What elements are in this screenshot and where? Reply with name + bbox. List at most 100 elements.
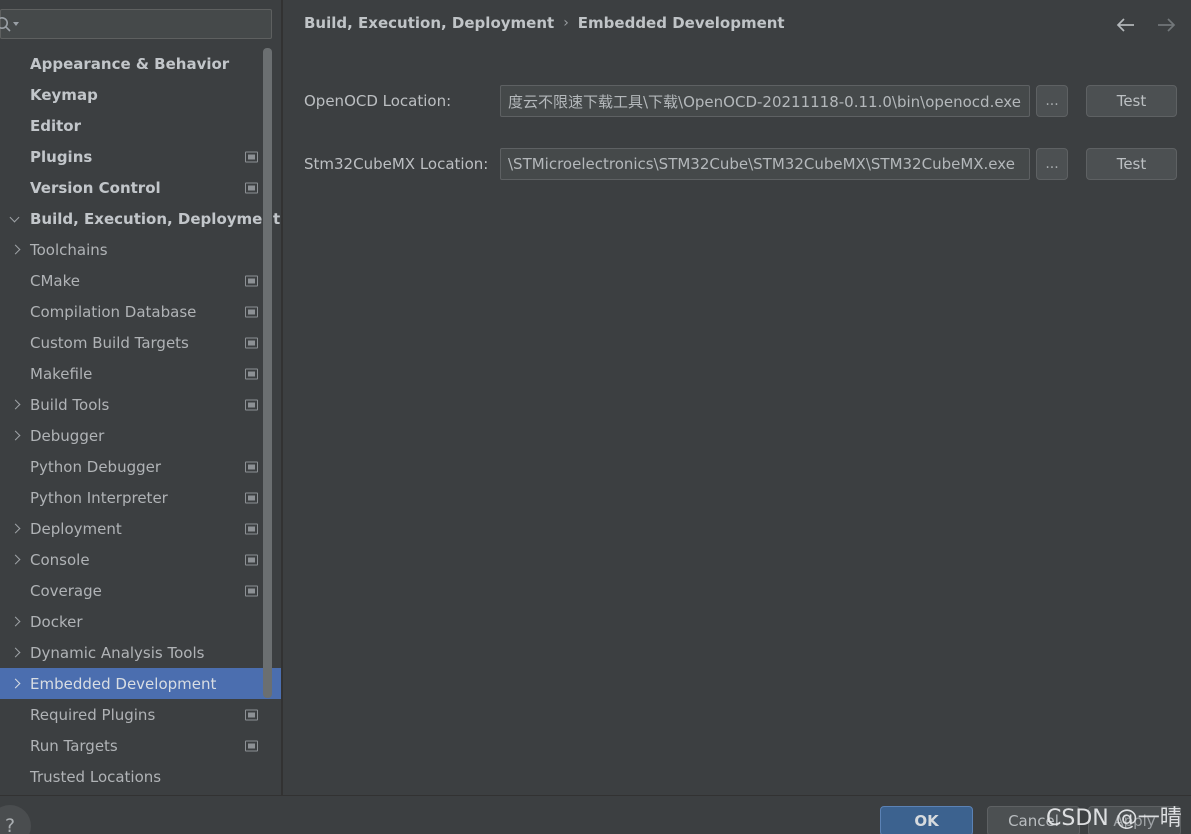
sidebar-item-python-debugger[interactable]: Python Debugger <box>0 451 281 482</box>
sidebar-item-label: Console <box>30 550 90 569</box>
sidebar-item-keymap[interactable]: Keymap <box>0 79 281 110</box>
sidebar-item-label: Python Interpreter <box>30 488 168 507</box>
sidebar-item-label: Toolchains <box>30 240 108 259</box>
project-scope-icon <box>245 585 258 596</box>
navigation-arrows <box>1115 14 1177 36</box>
settings-tree[interactable]: Appearance & Behavior Keymap Editor Plugins… <box>0 48 281 795</box>
chevron-right-icon[interactable] <box>8 428 24 444</box>
browse-button[interactable]: ... <box>1036 148 1068 180</box>
breadcrumb: Build, Execution, Deployment › Embedded … <box>304 14 785 32</box>
sidebar-item-label: Deployment <box>30 519 122 538</box>
project-scope-icon <box>245 275 258 286</box>
sidebar-item-deployment[interactable]: Deployment <box>0 513 281 544</box>
sidebar-scrollbar[interactable] <box>263 48 272 793</box>
project-scope-icon <box>245 337 258 348</box>
sidebar-item-dynamic-analysis-tools[interactable]: Dynamic Analysis Tools <box>0 637 281 668</box>
sidebar-item-compilation-database[interactable]: Compilation Database <box>0 296 281 327</box>
sidebar-item-custom-build-targets[interactable]: Custom Build Targets <box>0 327 281 358</box>
browse-button[interactable]: ... <box>1036 85 1068 117</box>
sidebar-item-editor[interactable]: Editor <box>0 110 281 141</box>
chevron-right-icon[interactable] <box>8 521 24 537</box>
sidebar-item-toolchains[interactable]: Toolchains <box>0 234 281 265</box>
sidebar-item-plugins[interactable]: Plugins <box>0 141 281 172</box>
field-row: Stm32CubeMX Location:... Test <box>283 148 1191 180</box>
search-icon[interactable] <box>0 15 28 33</box>
sidebar-item-label: Debugger <box>30 426 105 445</box>
test-button[interactable]: Test <box>1086 85 1177 117</box>
project-scope-icon <box>245 151 258 162</box>
sidebar-item-appearance-behavior[interactable]: Appearance & Behavior <box>0 48 281 79</box>
settings-sidebar: Appearance & Behavior Keymap Editor Plugins… <box>0 0 281 795</box>
sidebar-item-label: Makefile <box>30 364 93 383</box>
chevron-right-icon[interactable] <box>8 645 24 661</box>
settings-content: Build, Execution, Deployment › Embedded … <box>283 0 1191 795</box>
field-label: OpenOCD Location: <box>304 92 452 110</box>
field-label: Stm32CubeMX Location: <box>304 155 489 173</box>
sidebar-item-label: Custom Build Targets <box>30 333 189 352</box>
sidebar-item-label: Plugins <box>30 147 93 166</box>
sidebar-item-cmake[interactable]: CMake <box>0 265 281 296</box>
sidebar-item-label: Compilation Database <box>30 302 197 321</box>
sidebar-item-label: Version Control <box>30 178 161 197</box>
sidebar-item-embedded-development[interactable]: Embedded Development <box>0 668 281 699</box>
field-row: OpenOCD Location:... Test <box>283 85 1191 117</box>
project-scope-icon <box>245 554 258 565</box>
path-input[interactable] <box>500 148 1030 180</box>
path-input[interactable] <box>500 85 1030 117</box>
arrow-left-icon[interactable] <box>1115 14 1137 36</box>
project-scope-icon <box>245 709 258 720</box>
project-scope-icon <box>245 461 258 472</box>
sidebar-item-label: Embedded Development <box>30 674 217 693</box>
sidebar-item-docker[interactable]: Docker <box>0 606 281 637</box>
test-button[interactable]: Test <box>1086 148 1177 180</box>
project-scope-icon <box>245 740 258 751</box>
sidebar-item-trusted-locations[interactable]: Trusted Locations <box>0 761 281 792</box>
sidebar-item-label: Python Debugger <box>30 457 162 476</box>
breadcrumb-parent[interactable]: Build, Execution, Deployment <box>304 14 554 32</box>
sidebar-item-label: Required Plugins <box>30 705 156 724</box>
chevron-right-icon[interactable] <box>8 242 24 258</box>
sidebar-item-build-execution-deployment[interactable]: Build, Execution, Deployment <box>0 203 281 234</box>
chevron-right-icon[interactable] <box>8 397 24 413</box>
sidebar-item-build-tools[interactable]: Build Tools <box>0 389 281 420</box>
settings-search[interactable] <box>0 9 272 39</box>
sidebar-item-label: Keymap <box>30 85 98 104</box>
breadcrumb-current: Embedded Development <box>577 14 785 32</box>
project-scope-icon <box>245 368 258 379</box>
sidebar-item-label: Docker <box>30 612 83 631</box>
cancel-button[interactable]: Cancel <box>987 806 1080 834</box>
sidebar-item-debugger[interactable]: Debugger <box>0 420 281 451</box>
arrow-right-icon[interactable] <box>1155 14 1177 36</box>
sidebar-item-label: Trusted Locations <box>30 767 162 786</box>
chevron-right-icon[interactable] <box>8 614 24 630</box>
project-scope-icon <box>245 182 258 193</box>
chevron-down-icon[interactable] <box>8 211 24 227</box>
sidebar-item-python-interpreter[interactable]: Python Interpreter <box>0 482 281 513</box>
sidebar-item-console[interactable]: Console <box>0 544 281 575</box>
chevron-right-icon[interactable] <box>8 676 24 692</box>
ok-button[interactable]: OK <box>880 806 973 834</box>
sidebar-item-label: CMake <box>30 271 80 290</box>
sidebar-item-version-control[interactable]: Version Control <box>0 172 281 203</box>
sidebar-scrollbar-thumb[interactable] <box>263 48 272 698</box>
sidebar-item-label: Build, Execution, Deployment <box>30 209 281 228</box>
sidebar-item-makefile[interactable]: Makefile <box>0 358 281 389</box>
search-input[interactable] <box>30 10 268 36</box>
sidebar-item-run-targets[interactable]: Run Targets <box>0 730 281 761</box>
apply-button[interactable]: Apply <box>1088 806 1181 834</box>
chevron-right-icon[interactable] <box>8 552 24 568</box>
sidebar-item-required-plugins[interactable]: Required Plugins <box>0 699 281 730</box>
sidebar-item-coverage[interactable]: Coverage <box>0 575 281 606</box>
sidebar-item-label: Coverage <box>30 581 102 600</box>
